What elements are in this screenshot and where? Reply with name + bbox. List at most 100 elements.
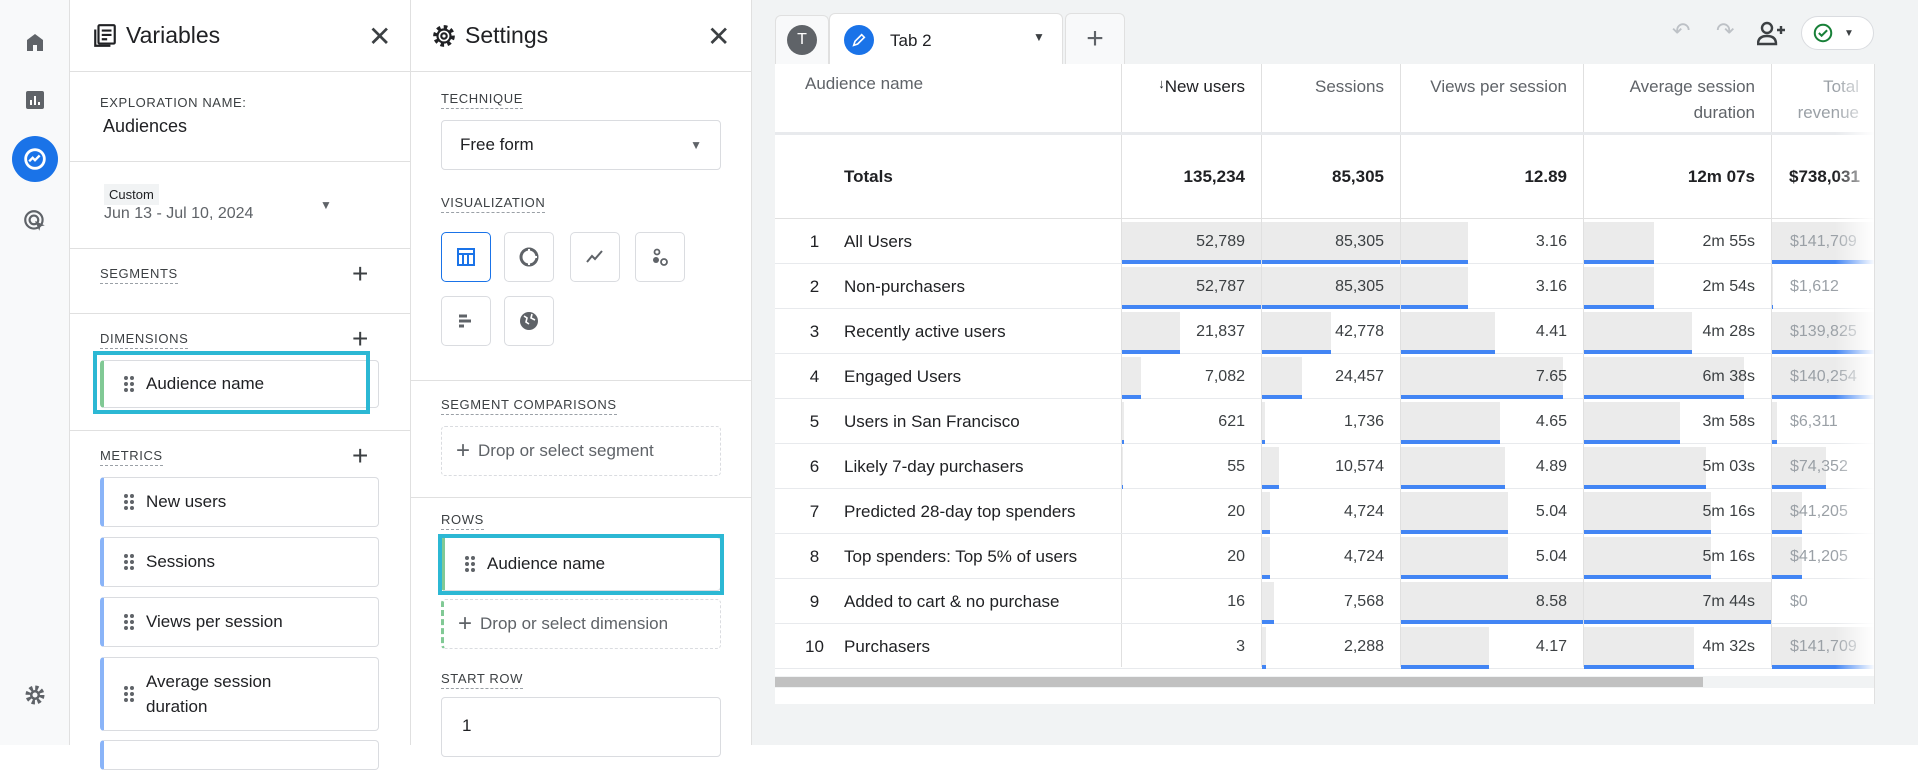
home-icon[interactable] (17, 24, 53, 60)
drop-dimension-label: Drop or select dimension (480, 614, 668, 634)
redo-icon[interactable]: ↷ (1716, 18, 1734, 44)
date-range-picker[interactable]: Jun 13 - Jul 10, 2024 (104, 205, 253, 223)
metric-bar (1584, 447, 1706, 486)
drop-dimension-target[interactable]: + Drop or select dimension (441, 599, 721, 649)
variables-header: Variables (92, 22, 220, 49)
gear-icon[interactable] (17, 677, 53, 713)
drag-handle-icon[interactable] (124, 494, 134, 510)
explore-icon[interactable] (12, 136, 58, 182)
technique-label: TECHNIQUE (441, 91, 523, 109)
drag-handle-icon[interactable] (124, 614, 134, 630)
metric-bar (1584, 492, 1711, 531)
metric-value: 4,724 (1344, 503, 1384, 521)
metric-value: 1,736 (1344, 413, 1384, 431)
audience-name-cell: Engaged Users (844, 354, 1121, 399)
metric-bar (1122, 357, 1141, 396)
metric-cell: 7,082 (1122, 354, 1261, 399)
advertising-icon[interactable] (17, 203, 53, 239)
start-row-label: START ROW (441, 671, 523, 689)
metric-cell: 4.41 (1401, 309, 1583, 354)
column-header[interactable]: Average session duration (1583, 64, 1771, 133)
metric-bar (1584, 222, 1654, 261)
totals-label: Totals (844, 135, 1121, 219)
table-icon[interactable] (441, 232, 491, 282)
metric-value: 4.89 (1536, 458, 1567, 476)
metric-bar (1262, 357, 1302, 396)
metric-value: 6m 38s (1703, 368, 1755, 386)
metric-cell: 621 (1122, 399, 1261, 444)
undo-icon[interactable]: ↶ (1672, 18, 1690, 44)
start-row-input[interactable]: 1 (441, 697, 721, 757)
tab-2[interactable]: Tab 2 ▼ (829, 13, 1063, 65)
metric-chip[interactable]: Views per session (100, 597, 379, 647)
metric-cell: 52,789 (1122, 219, 1261, 264)
avatar: T (787, 25, 817, 55)
metric-value: 5m 03s (1703, 458, 1755, 476)
metric-value: 3.16 (1536, 233, 1567, 251)
date-dropdown-arrow-icon[interactable]: ▼ (320, 198, 332, 212)
tab-label: Tab 2 (890, 31, 932, 51)
variables-title: Variables (126, 22, 220, 49)
column-header-audience-name[interactable]: Audience name (775, 64, 1121, 133)
totals-value: 12m 07s (1583, 135, 1771, 219)
geo-map-icon[interactable] (504, 296, 554, 346)
share-person-add-icon[interactable] (1757, 20, 1787, 51)
pencil-icon (844, 25, 874, 55)
metric-value: 2,288 (1344, 638, 1384, 656)
totals-value: 85,305 (1261, 135, 1400, 219)
metric-value: 4m 32s (1703, 638, 1755, 656)
drag-handle-icon[interactable] (124, 554, 134, 570)
technique-value: Free form (460, 135, 534, 155)
column-header-label: Views per session (1430, 74, 1567, 100)
close-variables-button[interactable]: ✕ (368, 20, 391, 53)
tab-menu-arrow-icon[interactable]: ▼ (1033, 30, 1045, 44)
metric-value: 5.04 (1536, 503, 1567, 521)
column-header[interactable]: Views per session (1400, 64, 1583, 133)
segments-label: SEGMENTS (100, 266, 178, 284)
metric-chip[interactable]: Average session duration (100, 657, 379, 731)
metric-bar-underline (1262, 665, 1266, 669)
add-tab-button[interactable]: + (1065, 13, 1125, 64)
tab-avatar[interactable]: T (775, 15, 829, 64)
metric-value: 85,305 (1335, 278, 1384, 296)
add-segment-button[interactable]: + (352, 260, 368, 288)
metric-value: 8.58 (1536, 593, 1567, 611)
totals-value: 135,234 (1121, 135, 1261, 219)
metric-chip[interactable]: New users (100, 477, 379, 527)
drag-handle-icon[interactable] (124, 686, 134, 702)
reports-icon[interactable] (17, 82, 53, 118)
settings-title: Settings (465, 22, 548, 49)
metric-chip[interactable]: Sessions (100, 537, 379, 587)
add-metric-button[interactable]: + (352, 442, 368, 470)
plus-icon: + (458, 610, 472, 638)
check-circle-icon (1812, 22, 1834, 44)
close-settings-button[interactable]: ✕ (707, 20, 730, 53)
metric-cell: 4,724 (1262, 534, 1400, 579)
drop-segment-target[interactable]: +Drop or select segment (441, 426, 721, 476)
metric-cell: 3.16 (1401, 264, 1583, 309)
metric-cell: 3.16 (1401, 219, 1583, 264)
exploration-name-input[interactable]: Audiences (103, 116, 187, 137)
line-chart-icon[interactable] (570, 232, 620, 282)
horizontal-scrollbar-thumb[interactable] (775, 677, 1703, 687)
scatter-plot-icon[interactable] (635, 232, 685, 282)
status-menu-button[interactable]: ▼ (1801, 16, 1874, 50)
metric-cell: 7m 44s (1584, 579, 1771, 624)
donut-chart-icon[interactable] (504, 232, 554, 282)
technique-dropdown[interactable]: Free form▼ (441, 120, 721, 170)
add-dimension-button[interactable]: + (352, 325, 368, 353)
column-header[interactable]: ↓New users (1121, 64, 1261, 133)
metric-bar (1262, 537, 1270, 576)
column-header[interactable]: Sessions (1261, 64, 1400, 133)
plus-icon: + (456, 437, 470, 465)
metric-bar (1401, 627, 1489, 666)
metric-value: 3m 58s (1703, 413, 1755, 431)
rows-label: ROWS (441, 512, 484, 530)
bar-chart-icon[interactable] (441, 296, 491, 346)
metric-bar (1584, 627, 1694, 666)
metric-bar (1262, 582, 1274, 621)
metric-bar (1262, 492, 1270, 531)
row-index: 5 (775, 399, 844, 444)
metric-value: $0 (1790, 593, 1808, 611)
metric-value: 4m 28s (1703, 323, 1755, 341)
